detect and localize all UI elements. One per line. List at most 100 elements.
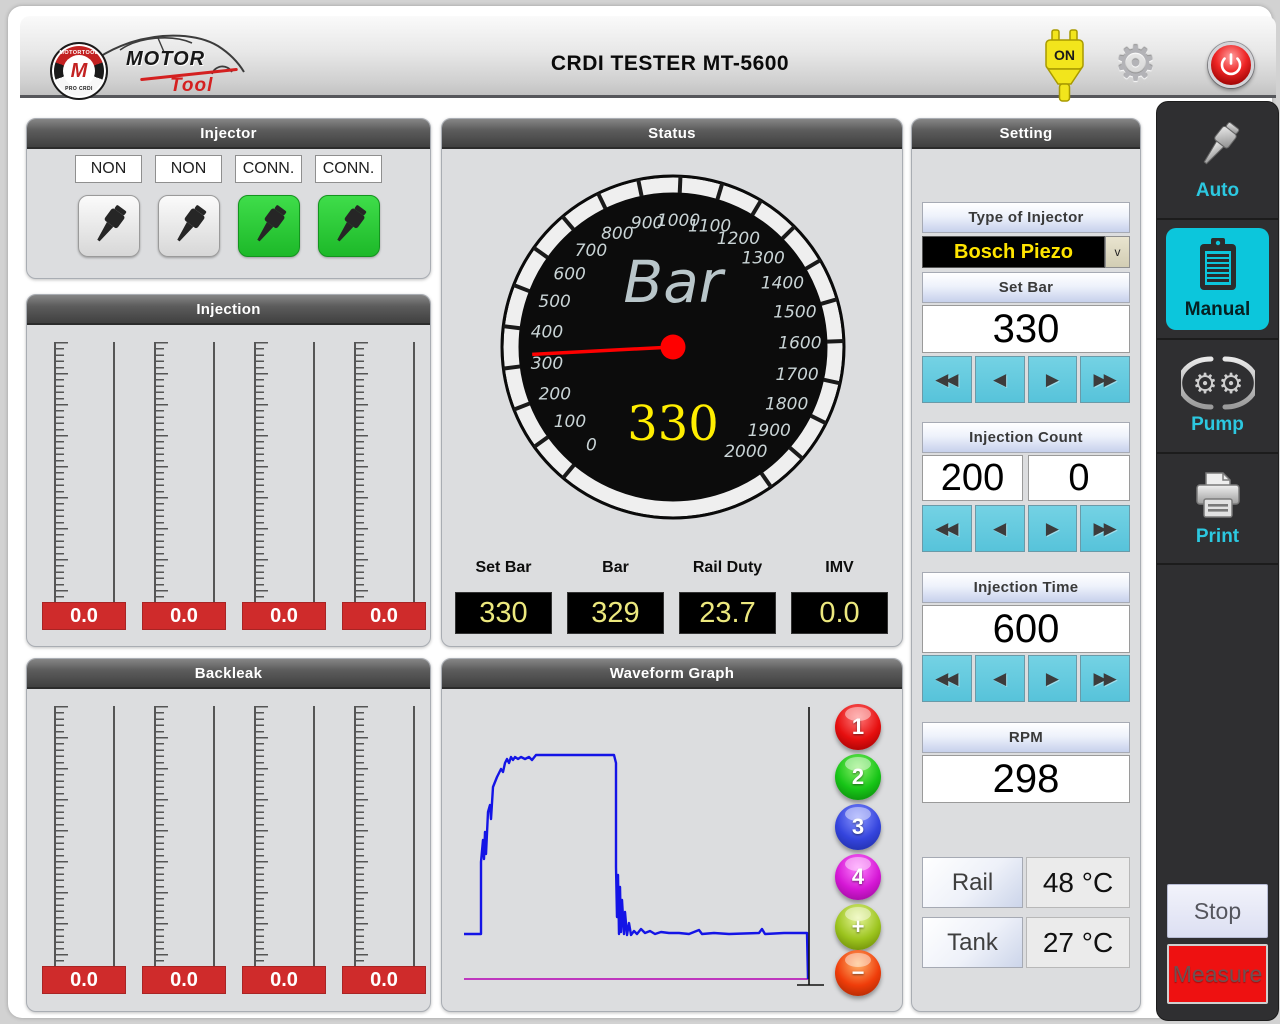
svg-text:600: 600 (553, 264, 585, 284)
backleak-panel: Backleak 0.0 0.0 0.0 0.0 (26, 658, 431, 1012)
svg-text:330: 330 (627, 396, 719, 452)
slider-value: 0.0 (342, 966, 426, 994)
svg-text:500: 500 (538, 292, 570, 312)
slider-track (213, 342, 215, 602)
brand-name-bottom: Tool (170, 75, 213, 97)
waveform-channel-1-button[interactable]: 1 (835, 704, 881, 750)
slider-value: 0.0 (242, 602, 326, 630)
set-bar-label: Set Bar (922, 272, 1130, 303)
waveform-panel: Waveform Graph 1234+− (441, 658, 903, 1012)
badge-bottom-text: PRO CRDI (52, 86, 106, 92)
slider-scale (154, 342, 156, 602)
readout-label-set-bar: Set Bar (455, 559, 552, 577)
injection-time-value[interactable]: 600 (922, 605, 1130, 653)
svg-text:1200: 1200 (717, 229, 760, 249)
svg-text:⚙: ⚙ (1218, 367, 1243, 400)
waveform-zoom-in-button[interactable]: + (835, 904, 881, 950)
waveform-channel-3-button[interactable]: 3 (835, 804, 881, 850)
motortool-logo: MOTORTOOL M PRO CRDI MOTOR Tool (48, 28, 248, 98)
setting-panel: Setting Type of Injector Bosch Piezo v S… (911, 118, 1141, 1012)
slider-track (313, 342, 315, 602)
mode-sidebar: Auto Manual ⚙ ⚙ Pump (1156, 101, 1279, 1021)
sidebar-item-pump[interactable]: ⚙ ⚙ Pump (1157, 340, 1278, 454)
injector-4-button[interactable] (318, 195, 380, 257)
slider-track (113, 706, 115, 966)
injection-panel-title: Injection (27, 295, 430, 325)
slider-track (113, 342, 115, 602)
slider-track (413, 342, 415, 602)
sidebar-item-manual[interactable]: Manual (1157, 220, 1278, 340)
set-bar-value[interactable]: 330 (922, 305, 1130, 353)
stepper-fast-forward-button[interactable]: ▶▶ (1080, 356, 1130, 403)
svg-text:1600: 1600 (778, 334, 821, 354)
sidebar-item-label: Manual (1185, 299, 1250, 321)
stepper-back-button[interactable]: ◀ (975, 655, 1025, 702)
waveform-zoom-out-button[interactable]: − (835, 950, 881, 996)
injector-panel: Injector NON NON CONN. CONN. (26, 118, 431, 279)
measure-button[interactable]: Measure (1167, 944, 1268, 1004)
stepper-forward-button[interactable]: ▶ (1028, 655, 1078, 702)
measure-slider-1: 0.0 (42, 706, 126, 998)
sidebar-spacer (1157, 565, 1278, 884)
svg-text:200: 200 (539, 385, 571, 405)
stepper-fast-forward-button[interactable]: ▶▶ (1080, 655, 1130, 702)
settings-gear-icon[interactable]: ⚙ (1114, 36, 1157, 92)
svg-text:2000: 2000 (724, 442, 767, 462)
power-symbol-icon (1219, 53, 1243, 77)
sidebar-item-print[interactable]: Print (1157, 454, 1278, 565)
injector-3-button[interactable] (238, 195, 300, 257)
measure-slider-1: 0.0 (42, 342, 126, 634)
slider-scale (54, 706, 56, 966)
dropdown-arrow-button[interactable]: v (1105, 236, 1130, 268)
sidebar-item-auto[interactable]: Auto (1157, 102, 1278, 220)
stepper-back-button[interactable]: ◀ (975, 356, 1025, 403)
tank-temp-label: Tank (922, 917, 1023, 968)
printer-icon (1189, 470, 1247, 522)
svg-text:400: 400 (531, 323, 563, 343)
stepper-back-button[interactable]: ◀ (975, 505, 1025, 552)
injector-1-button[interactable] (78, 195, 140, 257)
status-panel: Status 010020030040050060070080090010001… (441, 118, 903, 647)
stepper-forward-button[interactable]: ▶ (1028, 505, 1078, 552)
injector-icon (326, 203, 372, 249)
usb-connection-icon[interactable]: ON (1042, 29, 1088, 105)
readout-value-imv: 0.0 (791, 592, 888, 634)
pressure-gauge: 0100200300400500600700800900100011001200… (498, 172, 848, 522)
stepper-fast-back-button[interactable]: ◀◀ (922, 655, 972, 702)
waveform-channel-4-button[interactable]: 4 (835, 854, 881, 900)
stepper-fast-back-button[interactable]: ◀◀ (922, 356, 972, 403)
pump-gears-icon: ⚙ ⚙ (1181, 356, 1255, 410)
measure-slider-2: 0.0 (142, 706, 226, 998)
injection-count-set-value[interactable]: 200 (922, 455, 1023, 501)
slider-track (413, 706, 415, 966)
setting-panel-title: Setting (912, 119, 1140, 149)
auto-injector-icon (1190, 118, 1246, 176)
readout-label-bar: Bar (567, 559, 664, 577)
rail-temp-label: Rail (922, 857, 1023, 908)
stop-button[interactable]: Stop (1167, 884, 1268, 938)
rail-temp-value: 48 °C (1026, 857, 1130, 908)
injector-status-label: CONN. (235, 155, 302, 183)
waveform-channel-2-button[interactable]: 2 (835, 754, 881, 800)
stepper-fast-forward-button[interactable]: ▶▶ (1080, 505, 1130, 552)
slider-scale (254, 706, 256, 966)
injector-type-dropdown[interactable]: Bosch Piezo (922, 236, 1105, 268)
slider-scale (354, 706, 356, 966)
injector-2-button[interactable] (158, 195, 220, 257)
brand-name-top: MOTOR (126, 48, 205, 71)
slider-value: 0.0 (342, 602, 426, 630)
injection-time-label: Injection Time (922, 572, 1130, 603)
status-panel-title: Status (442, 119, 902, 149)
stepper-forward-button[interactable]: ▶ (1028, 356, 1078, 403)
readout-value-set-bar: 330 (455, 592, 552, 634)
injector-panel-title: Injector (27, 119, 430, 149)
injector-channels: NON NON CONN. CONN. (27, 155, 430, 257)
stepper-fast-back-button[interactable]: ◀◀ (922, 505, 972, 552)
set-bar-steppers: ◀◀◀▶▶▶ (922, 356, 1130, 403)
active-mode-highlight[interactable]: Manual (1166, 228, 1269, 330)
sidebar-item-label: Pump (1191, 414, 1244, 436)
readout-value-bar: 329 (567, 592, 664, 634)
svg-text:1900: 1900 (748, 421, 791, 441)
type-of-injector-label: Type of Injector (922, 202, 1130, 233)
power-button[interactable] (1208, 42, 1254, 88)
